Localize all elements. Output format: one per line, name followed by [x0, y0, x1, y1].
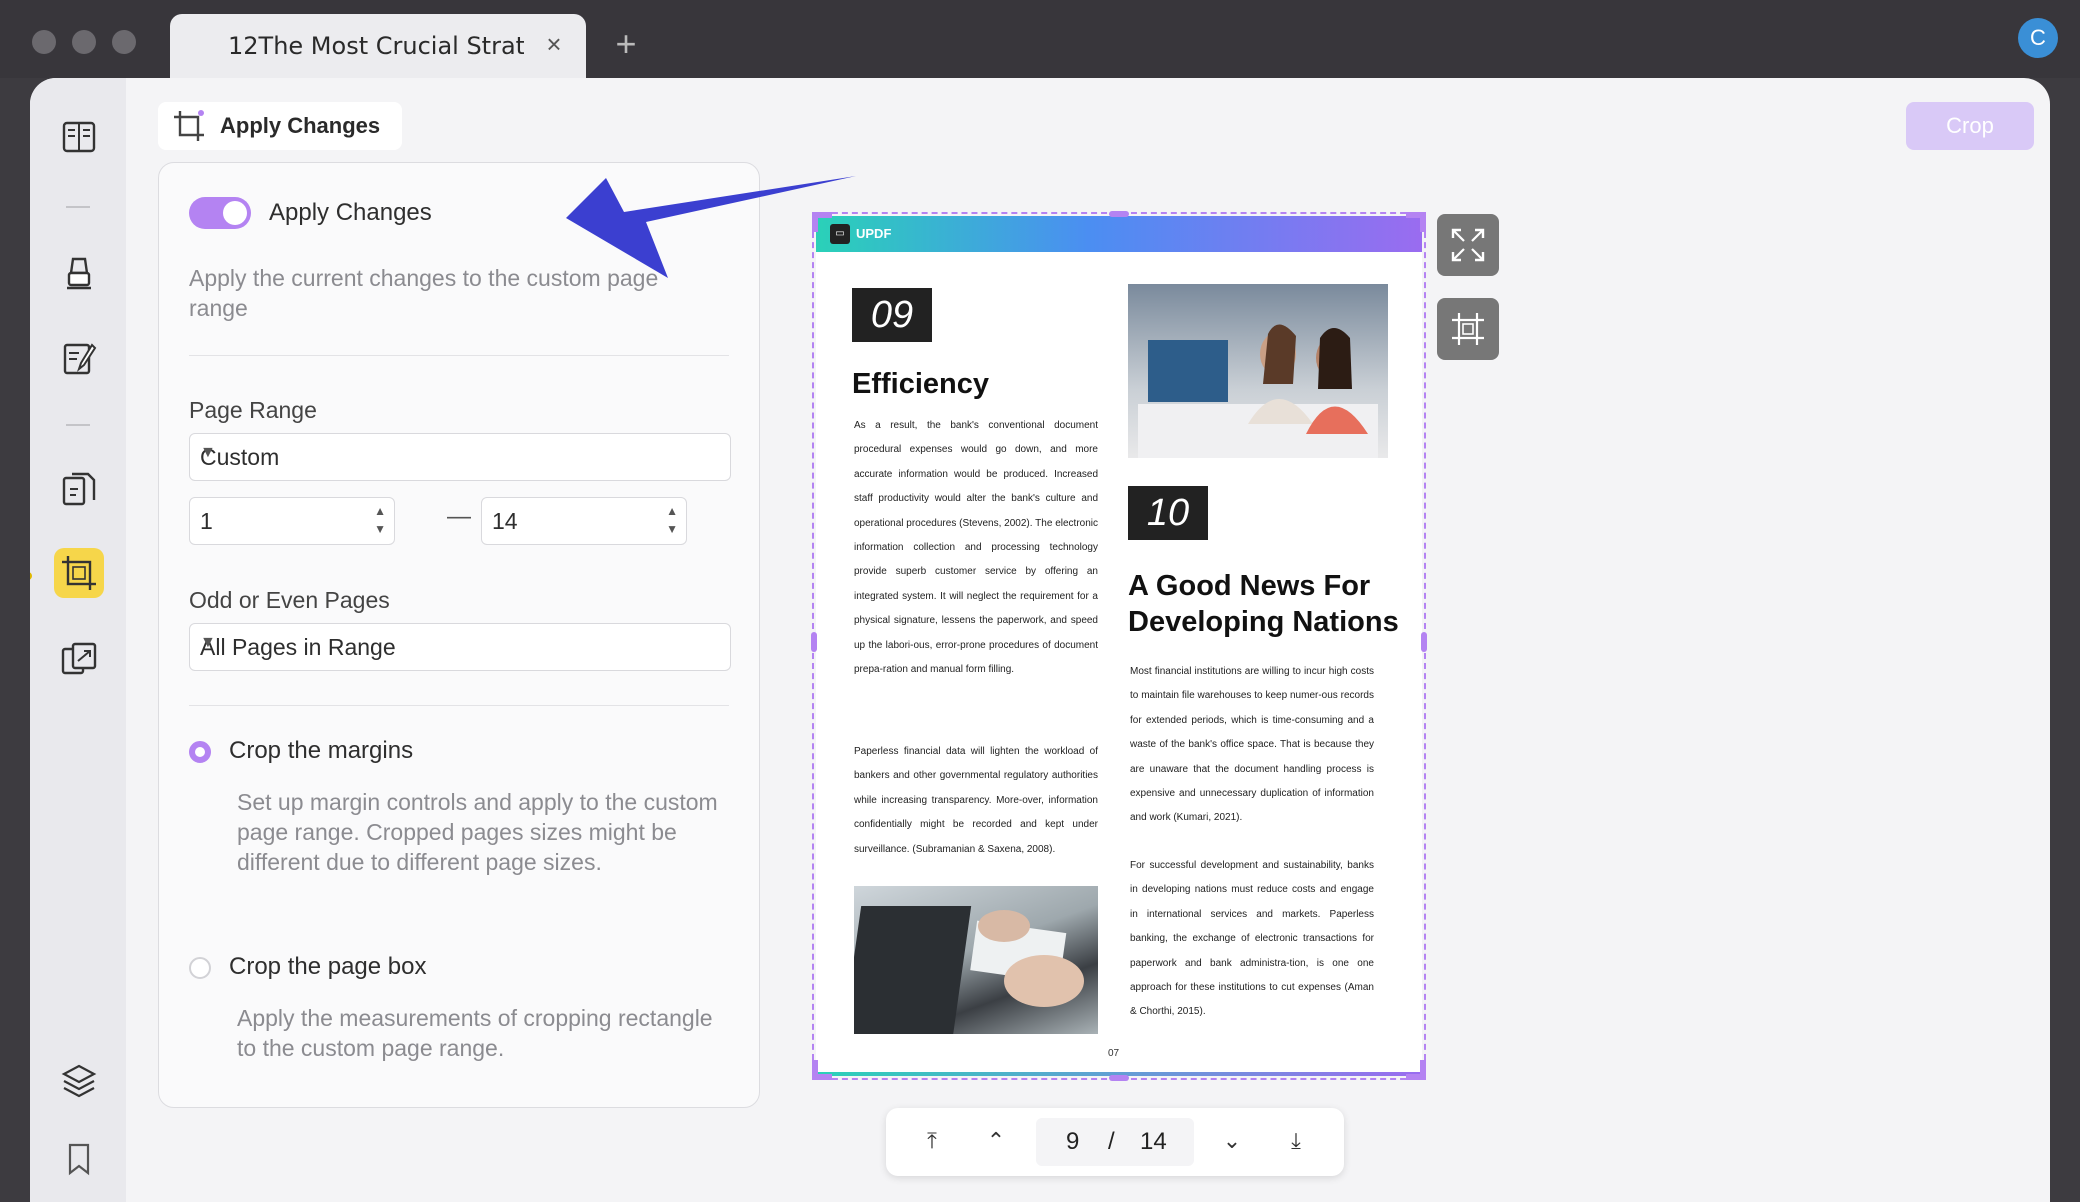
page-number: 07 — [1108, 1048, 1120, 1059]
divider — [189, 355, 729, 356]
updf-logo-icon: ▭ — [830, 224, 850, 244]
close-window-button[interactable] — [32, 30, 56, 54]
office-photo — [1128, 284, 1388, 458]
layers-icon — [61, 1064, 97, 1098]
odd-even-label: Odd or Even Pages — [189, 587, 390, 613]
apply-changes-panel: Apply Changes Apply the current changes … — [158, 162, 760, 1108]
document-tab[interactable]: 12The Most Crucial Strateg × — [170, 14, 586, 78]
reader-mode-button[interactable] — [54, 112, 104, 162]
section-paragraph: Most financial institutions are willing … — [1130, 666, 1374, 824]
brand-name: UPDF — [856, 226, 892, 241]
sidebar-divider — [66, 206, 90, 208]
new-tab-button[interactable]: + — [608, 26, 644, 62]
tab-close-icon[interactable]: × — [540, 30, 568, 58]
crop-handle[interactable] — [811, 632, 817, 652]
page-navigator: ⤒ ⌃ 9 / 14 ⌄ ⤓ — [886, 1108, 1344, 1176]
active-indicator — [30, 572, 32, 580]
section-number: 09 — [852, 288, 932, 342]
sidebar-divider — [66, 424, 90, 426]
annotation-arrow-icon — [566, 176, 856, 278]
stepper-icon[interactable]: ▲ ▼ — [666, 502, 678, 538]
apply-changes-label: Apply Changes — [220, 113, 381, 138]
range-from-input[interactable]: 1 ▲ ▼ — [189, 497, 395, 545]
chevron-down-icon: ▼ — [200, 634, 216, 651]
section-paragraph: Paperless financial data will lighten th… — [854, 746, 1098, 855]
crop-handle[interactable] — [1420, 212, 1426, 232]
comment-tool-button[interactable] — [54, 248, 104, 298]
crop-handle[interactable] — [1420, 1060, 1426, 1080]
page-range-select[interactable]: Custom ▼ — [189, 433, 731, 481]
crop-pagebox-label[interactable]: Crop the page box — [229, 953, 426, 981]
apply-changes-button[interactable]: Apply Changes — [158, 102, 402, 150]
section-paragraph: For successful development and sustainab… — [1130, 860, 1374, 1018]
crop-icon — [174, 110, 204, 141]
range-separator: — — [447, 503, 471, 530]
edit-document-icon — [63, 343, 97, 375]
crop-handle[interactable] — [1421, 632, 1427, 652]
odd-even-select[interactable]: All Pages in Range ▼ — [189, 623, 731, 671]
first-page-icon[interactable]: ⤒ — [914, 1124, 950, 1160]
crop-box-icon — [1452, 313, 1484, 345]
highlighter-icon — [67, 257, 91, 290]
crop-pagebox-radio[interactable] — [189, 957, 211, 979]
expand-icon — [1451, 228, 1485, 262]
crop-margins-radio[interactable] — [189, 741, 211, 763]
crop-handle[interactable] — [1109, 1075, 1129, 1081]
crop-handle[interactable] — [812, 1060, 818, 1080]
crop-handle[interactable] — [812, 212, 818, 232]
title-bar: 12The Most Crucial Strateg × + C — [0, 0, 2080, 78]
crop-handle[interactable] — [1109, 211, 1129, 217]
zoom-window-button[interactable] — [112, 30, 136, 54]
left-sidebar — [30, 78, 126, 1202]
auto-crop-button[interactable] — [1437, 214, 1499, 276]
layers-button[interactable] — [54, 1056, 104, 1106]
edit-pdf-button[interactable] — [54, 334, 104, 384]
divider — [189, 705, 729, 706]
user-avatar[interactable]: C — [2018, 18, 2058, 58]
toggle-knob — [223, 201, 247, 225]
range-from-value: 1 — [200, 508, 213, 534]
section-title: A Good News For Developing Nations — [1128, 570, 1399, 638]
range-to-input[interactable]: 14 ▲ ▼ — [481, 497, 687, 545]
crop-box-button[interactable] — [1437, 298, 1499, 360]
crop-pagebox-description: Apply the measurements of cropping recta… — [237, 1005, 713, 1061]
page-header-banner: ▭ UPDF — [816, 216, 1422, 252]
convert-tool-button[interactable] — [54, 634, 104, 684]
section-number: 10 — [1128, 486, 1208, 540]
crop-margins-label[interactable]: Crop the margins — [229, 737, 413, 765]
app-window: Apply Changes Crop Apply Changes Apply t… — [30, 78, 2050, 1202]
range-to-value: 14 — [492, 508, 518, 534]
current-page: 9 — [1066, 1128, 1080, 1155]
bookmark-icon — [68, 1143, 90, 1176]
crop-margins-description: Set up margin controls and apply to the … — [237, 789, 718, 875]
stepper-icon[interactable]: ▲ ▼ — [374, 502, 386, 538]
crop-button[interactable]: Crop — [1906, 102, 2034, 150]
main-area: Apply Changes Crop Apply Changes Apply t… — [126, 78, 2050, 1202]
reader-icon — [62, 121, 96, 153]
previous-page-icon[interactable]: ⌃ — [978, 1124, 1014, 1160]
page-range-label: Page Range — [189, 397, 317, 423]
total-pages: 14 — [1140, 1128, 1167, 1155]
apply-toggle-label: Apply Changes — [269, 199, 432, 226]
crop-tool-button[interactable] — [54, 548, 104, 598]
bookmark-button[interactable] — [54, 1134, 104, 1184]
crop-page-icon — [62, 556, 96, 590]
next-page-icon[interactable]: ⌄ — [1214, 1124, 1250, 1160]
tab-title: 12The Most Crucial Strateg — [228, 32, 524, 60]
page-number-input[interactable]: 9 / 14 — [1036, 1118, 1194, 1166]
page-separator: / — [1108, 1128, 1115, 1155]
organize-pages-icon — [62, 472, 96, 506]
chevron-down-icon: ▼ — [200, 444, 216, 461]
section-paragraph: As a result, the bank's conventional doc… — [854, 420, 1098, 676]
laptop-photo — [854, 886, 1098, 1034]
document-page[interactable]: ▭ UPDF 09 Efficiency As a result, the ba… — [816, 216, 1422, 1076]
minimize-window-button[interactable] — [72, 30, 96, 54]
section-title: Efficiency — [852, 368, 989, 400]
apply-changes-toggle[interactable] — [189, 197, 251, 229]
last-page-icon[interactable]: ⤓ — [1278, 1124, 1314, 1160]
organize-pages-button[interactable] — [54, 464, 104, 514]
convert-icon — [61, 642, 97, 675]
